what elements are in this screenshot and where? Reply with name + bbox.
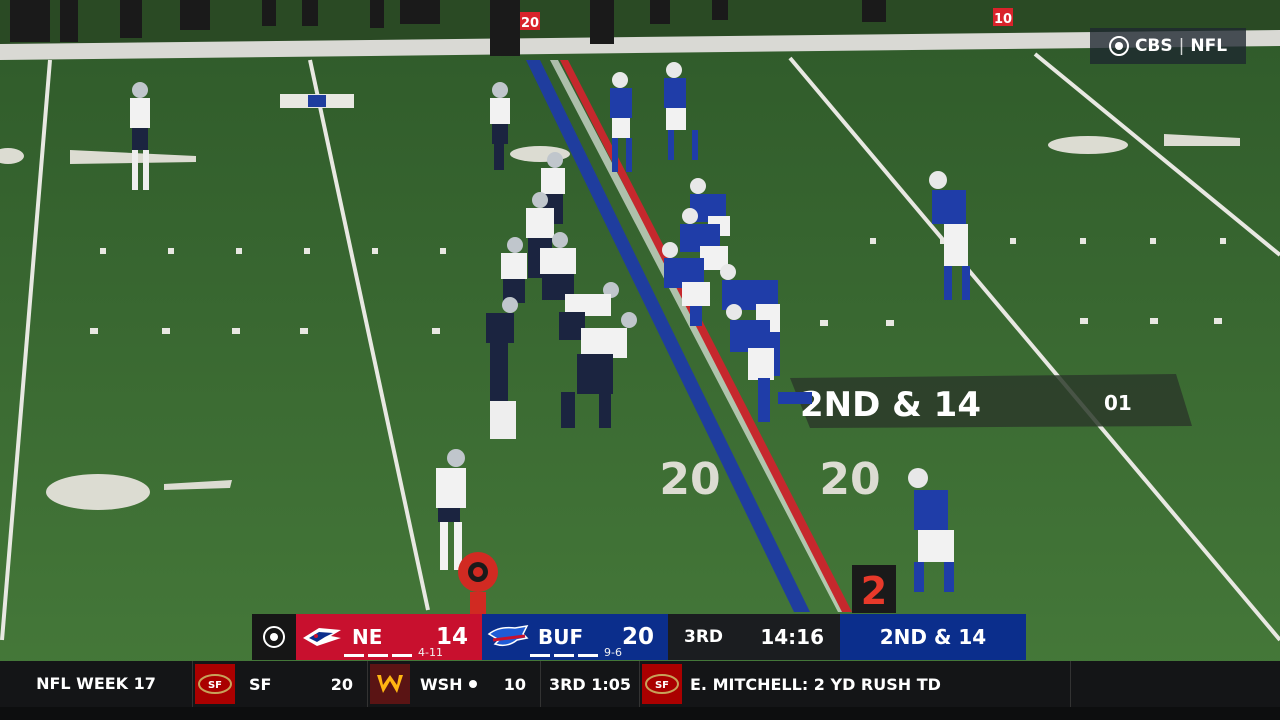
home-team-record: 9-6 bbox=[604, 646, 622, 659]
game-clock: 14:16 bbox=[760, 625, 824, 649]
home-timeouts bbox=[530, 654, 598, 657]
down-marker: 2 bbox=[852, 565, 896, 613]
home-team-abbr: BUF bbox=[538, 625, 584, 649]
score-ticker: NFL WEEK 17 SF SF 20 WSH 10 3RD 1:05 SF … bbox=[0, 661, 1280, 707]
ticker-team2: WSH 10 bbox=[368, 661, 541, 707]
away-team-record: 4-11 bbox=[418, 646, 443, 659]
scorebug: NE 14 4-11 BUF 20 9-6 3RD 14:16 2ND & 14 bbox=[252, 614, 1026, 660]
ticker-team2-score: 10 bbox=[503, 674, 526, 694]
ticker-label: NFL WEEK 17 bbox=[0, 661, 193, 707]
ticker-team1-abbr: SF bbox=[249, 674, 272, 694]
scorebug-away-team: NE 14 4-11 bbox=[296, 614, 482, 660]
football-field-view: 20 20 2ND & 14 01 20 10 2 bbox=[0, 0, 1280, 720]
ticker-spacer bbox=[1071, 661, 1280, 707]
away-team-abbr: NE bbox=[352, 625, 383, 649]
quarter: 3RD bbox=[684, 627, 724, 647]
virtual-down-distance-text: 2ND & 14 bbox=[800, 385, 981, 425]
home-team-score: 20 bbox=[621, 624, 654, 650]
svg-text:SF: SF bbox=[208, 680, 222, 691]
svg-text:SF: SF bbox=[655, 680, 669, 691]
scorebug-clock: 3RD 14:16 bbox=[668, 614, 840, 660]
virtual-down-distance: 2ND & 14 01 bbox=[790, 374, 1192, 428]
commanders-logo-icon bbox=[370, 664, 410, 704]
cbs-eye-icon bbox=[263, 626, 285, 648]
ticker-team2-abbr: WSH bbox=[420, 674, 463, 694]
down-marker-number: 2 bbox=[861, 569, 887, 613]
scorebug-home-team: BUF 20 9-6 bbox=[482, 614, 668, 660]
ticker-bottom-strip bbox=[0, 707, 1280, 720]
field-turf bbox=[0, 0, 1280, 720]
patriots-logo-icon bbox=[300, 622, 344, 652]
sideline-marker-10-label: 10 bbox=[994, 12, 1012, 27]
scorebug-down-distance: 2ND & 14 bbox=[840, 614, 1026, 660]
ticker-game-status: 3RD 1:05 bbox=[541, 661, 640, 707]
ticker-team1: SF SF 20 bbox=[193, 661, 368, 707]
ticker-headline-cell: SF E. MITCHELL: 2 YD RUSH TD bbox=[640, 661, 1071, 707]
sideline-marker-20-label: 20 bbox=[521, 16, 539, 31]
network-name-right: NFL bbox=[1190, 36, 1228, 56]
away-timeouts bbox=[344, 654, 412, 657]
network-bug: CBS | NFL bbox=[1090, 28, 1246, 64]
scorebug-network-logo bbox=[252, 614, 296, 660]
ticker-team1-score: 20 bbox=[330, 674, 353, 694]
49ers-logo-icon: SF bbox=[642, 664, 682, 704]
ticker-headline: E. MITCHELL: 2 YD RUSH TD bbox=[690, 674, 941, 694]
cbs-eye-icon bbox=[1108, 36, 1129, 56]
49ers-logo-icon: SF bbox=[195, 664, 235, 704]
possession-dot-icon bbox=[468, 680, 477, 688]
yard-number-20-b: 20 bbox=[819, 454, 880, 505]
virtual-down-tag: 01 bbox=[1104, 391, 1132, 415]
yard-number-20-a: 20 bbox=[659, 454, 720, 505]
bills-logo-icon bbox=[486, 622, 530, 652]
network-name-left: CBS bbox=[1134, 36, 1173, 56]
nfl-field-logo bbox=[280, 94, 354, 108]
network-separator: | bbox=[1178, 36, 1185, 56]
